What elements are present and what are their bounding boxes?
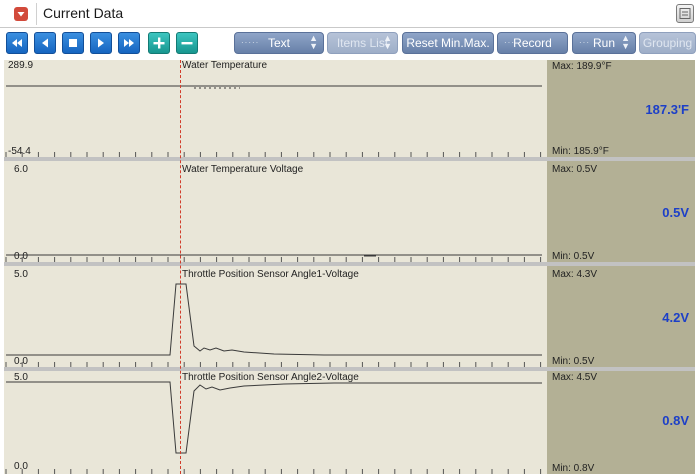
add-icon[interactable] [148,32,170,54]
items-list-select[interactable]: Items List ▲ ▼ [327,32,398,54]
remove-icon[interactable] [176,32,198,54]
scale-min-label: 0.0 [14,251,28,262]
min-value: Min: 0.5V [552,251,595,262]
fast-forward-icon[interactable] [118,32,140,54]
text-view-select[interactable]: ····· Text ▲ ▼ [234,32,324,54]
plot-area: 6.0 0.0 Water Temperature Voltage [4,161,547,262]
graph-area: 289.9 -54.4 Water Temperature Max: 189.9… [0,60,700,474]
graph-panel-water-temperature: 289.9 -54.4 Water Temperature Max: 189.9… [4,60,695,157]
run-select[interactable]: ··· Run ▲ ▼ [572,32,636,54]
min-value: Min: 185.9°F [552,146,609,157]
min-value: Min: 0.8V [552,463,595,474]
reset-min-max-button[interactable]: Reset Min.Max. [402,32,494,54]
title-divider [36,3,37,25]
collapse-icon[interactable] [14,7,28,21]
min-value: Min: 0.5V [552,356,595,367]
time-axis-ticks [5,469,542,474]
plot-area: 5.0 0.0 Throttle Position Sensor Angle2-… [4,371,547,474]
stop-icon[interactable] [62,32,84,54]
graph-title: Throttle Position Sensor Angle2-Voltage [182,372,359,383]
menu-icon[interactable] [676,4,694,23]
max-value: Max: 4.3V [552,269,598,280]
step-back-icon[interactable] [34,32,56,54]
value-panel: Max: 0.5V 0.5V Min: 0.5V [547,161,695,262]
run-label: Run [592,36,615,50]
scale-max-label: 5.0 [14,269,28,280]
graph-trace [5,381,542,474]
record-label: Record [513,36,552,50]
graph-trace [5,283,542,367]
title-bar: Current Data [0,0,700,28]
graph-title: Water Temperature [182,60,268,71]
plot-area: 289.9 -54.4 Water Temperature [4,60,547,157]
plot-area: 5.0 0.0 Throttle Position Sensor Angle1-… [4,266,547,367]
reset-min-max-label: Reset Min.Max. [406,36,490,50]
graph-title: Water Temperature Voltage [182,164,304,175]
toolbar: ····· Text ▲ ▼ Items List ▲ ▼ Reset Min.Ma… [0,28,700,60]
scale-max-label: 289.9 [8,60,34,71]
scale-min-label: -54.4 [8,146,31,157]
graph-title: Throttle Position Sensor Angle1-Voltage [182,269,359,280]
graph-panel-throttle-angle1: 5.0 0.0 Throttle Position Sensor Angle1-… [4,266,695,367]
page-title: Current Data [43,5,124,21]
current-value: 4.2V [662,310,689,325]
scale-min-label: 0.0 [14,461,28,472]
graph-panel-water-temperature-voltage: 6.0 0.0 Water Temperature Voltage Max: 0… [4,161,695,262]
value-panel: Max: 189.9°F 187.3'F Min: 185.9°F [547,60,695,157]
current-value: 0.8V [662,413,689,428]
max-value: Max: 4.5V [552,372,598,383]
rewind-icon[interactable] [6,32,28,54]
grouping-label: Grouping [642,36,693,50]
max-value: Max: 0.5V [552,164,598,175]
current-value: 187.3'F [645,102,689,117]
grouping-button[interactable]: Grouping [639,32,696,54]
items-list-label: Items List [336,36,389,50]
current-value: 0.5V [662,205,689,220]
record-button[interactable]: ··· Record [497,32,568,54]
scale-max-label: 5.0 [14,372,28,383]
text-view-label: Text [267,36,290,50]
play-icon[interactable] [90,32,112,54]
updown-arrows-icon: ▲ ▼ [621,33,630,51]
updown-arrows-icon: ▲ ▼ [383,33,392,51]
value-panel: Max: 4.5V 0.8V Min: 0.8V [547,371,695,474]
max-value: Max: 189.9°F [552,61,612,72]
updown-arrows-icon: ▲ ▼ [309,33,318,51]
graph-trace [5,85,542,157]
scale-max-label: 6.0 [14,164,28,175]
time-cursor-line[interactable] [180,60,181,474]
scale-min-label: 0.0 [14,356,28,367]
graph-trace [5,254,542,262]
graph-panel-throttle-angle2: 5.0 0.0 Throttle Position Sensor Angle2-… [4,371,695,474]
value-panel: Max: 4.3V 4.2V Min: 0.5V [547,266,695,367]
